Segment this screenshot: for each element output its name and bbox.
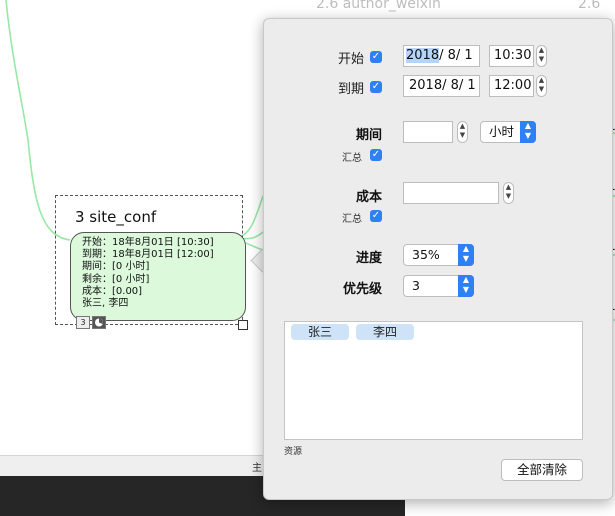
progress-popup[interactable]: 35% ▲ ▼ (403, 244, 474, 266)
duration-unit-popup[interactable]: 小时 ▲ ▼ (480, 121, 536, 143)
chevron-updown-icon: ▲ ▼ (520, 121, 536, 143)
cost-label: 成本 (355, 190, 382, 205)
task-info-line: 到期：18年8月01日 [12:00] (82, 249, 214, 261)
due-time-stepper[interactable]: ▲ ▼ (536, 75, 547, 97)
resize-handle[interactable] (238, 320, 248, 330)
start-date-year: 2018 (406, 48, 440, 63)
cost-summary-checkbox[interactable]: ✓ (370, 210, 382, 222)
status-bar-text: 主 (252, 463, 262, 474)
clear-all-button[interactable]: 全部清除 (501, 459, 583, 481)
start-date-rest: / 8/ 1 (439, 48, 473, 63)
priority-badge: 3 (76, 316, 90, 329)
due-label: 到期 (337, 82, 364, 97)
start-label: 开始 (337, 52, 364, 67)
progress-label: 进度 (355, 251, 382, 266)
cost-field[interactable] (403, 182, 499, 204)
duration-summary-label: 汇总 (342, 153, 362, 164)
due-time-field[interactable]: 12:00 (489, 75, 534, 97)
duration-unit-value: 小时 (489, 124, 515, 139)
progress-value: 35% (412, 247, 440, 262)
chevron-updown-icon: ▲ ▼ (458, 275, 474, 297)
faded-topic-label: 2.6 author_weixin (316, 0, 441, 12)
start-date-field[interactable]: 2018/ 8/ 1 (403, 45, 480, 67)
due-checkbox[interactable]: ✓ (370, 81, 382, 93)
start-checkbox[interactable]: ✓ (370, 51, 382, 63)
node-title[interactable]: 3 site_conf (75, 208, 156, 226)
resource-token[interactable]: 张三 (291, 324, 349, 340)
node-task-info: 开始：18年8月01日 [10:30] 到期：18年8月01日 [12:00] … (82, 237, 214, 310)
duration-stepper[interactable]: ▲ ▼ (457, 121, 468, 143)
task-info-line: 剩余：[0 小时] (82, 273, 150, 285)
priority-popup[interactable]: 3 ▲ ▼ (403, 275, 474, 297)
cost-summary-label: 汇总 (342, 214, 362, 225)
task-info-line: 期间：[0 小时] (82, 261, 150, 273)
priority-label: 优先级 (342, 282, 382, 297)
task-info-line: 开始：18年8月01日 [10:30] (82, 237, 214, 248)
duration-field[interactable] (403, 121, 453, 143)
task-info-line: 成本：[0.00] (82, 285, 143, 297)
resources-label: 资源 (284, 447, 303, 457)
duration-summary-checkbox[interactable]: ✓ (370, 149, 382, 161)
progress-pie-icon (92, 316, 106, 329)
priority-value: 3 (412, 278, 420, 293)
task-info-line: 张三, 李四 (82, 298, 129, 310)
resource-token[interactable]: 李四 (356, 324, 414, 340)
faded-topic-label-right: 2.6 (578, 0, 601, 12)
start-time-field[interactable]: 10:30 (489, 45, 534, 67)
chevron-updown-icon: ▲ ▼ (458, 244, 474, 266)
due-date-field[interactable]: 2018/ 8/ 1 (403, 75, 480, 97)
cost-stepper[interactable]: ▲ ▼ (503, 182, 514, 204)
start-time-stepper[interactable]: ▲ ▼ (536, 45, 547, 67)
duration-label: 期间 (355, 128, 382, 143)
